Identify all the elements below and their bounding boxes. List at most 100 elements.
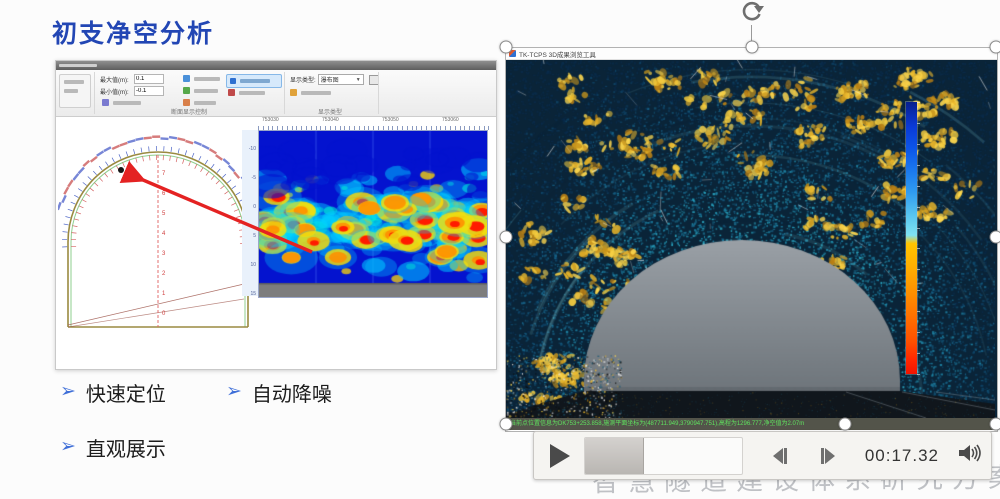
display-type-value: 瀑布图 [321,75,339,84]
bullet-visual-display: ➢ 直观展示 [60,433,166,462]
arrow-bullet-icon: ➢ [226,380,242,403]
svg-text:2: 2 [162,271,166,277]
clearance-tick-label: 0 [253,204,256,210]
selection-handle-top-right[interactable] [990,41,1000,54]
svg-text:0: 0 [162,311,166,317]
toolbar-button-1[interactable] [183,75,220,82]
selection-handle-top-center[interactable] [746,41,759,54]
colorbar-tick [917,123,920,124]
tunnel-cross-section-diagram: 76543210 [58,127,258,342]
selection-handle-top-left[interactable] [500,41,513,54]
alert-icon [228,89,235,96]
colorbar-tick [917,332,920,333]
bullet-label: 直观展示 [86,433,166,462]
clearance-tick-label: -10 [249,146,256,152]
svg-text:7: 7 [162,171,166,177]
display-type-dropdown[interactable]: 瀑布图 ▼ [318,74,364,85]
app-titlebar [56,61,496,70]
display-type-row: 显示类型: 瀑布图 ▼ [290,74,379,85]
colorbar-tick [917,248,920,249]
colorbar-tick [917,207,920,208]
play-button[interactable] [550,444,570,468]
max-value-input[interactable] [134,74,164,84]
colorbar-tick [917,165,920,166]
grid-icon [183,75,190,82]
selection-handle-mid-right[interactable] [990,231,1000,244]
chainage-tick-label: 753060 [442,117,459,123]
clearance-tick-label: 5 [253,233,256,239]
toolbar-button-3[interactable] [183,99,216,106]
min-value-label: 最小值(m): [100,87,129,96]
toolbar-button-5[interactable] [290,89,331,96]
volume-button[interactable] [957,442,981,469]
rotate-handle-icon[interactable] [738,0,766,26]
clearance-heatmap[interactable] [258,130,488,298]
colorbar-tick [917,290,920,291]
colorbar-tick [917,374,920,375]
clearance-tick-label: 15 [250,291,256,297]
step-back-button[interactable] [769,445,791,467]
svg-text:3: 3 [162,251,166,257]
bullet-label: 快速定位 [86,378,166,407]
toolbar-button-4[interactable] [228,89,265,96]
progress-fill [585,438,644,474]
refresh-icon [183,87,190,94]
selection-handle-bottom-left[interactable] [500,418,513,431]
colorbar-tick [917,228,920,229]
palette-icon [290,89,297,96]
media-control-bar: 00:17.32 [533,431,992,480]
group-caption-display-control: 断面显示控制 [99,107,279,116]
ribbon-left-button[interactable] [59,74,91,108]
heatmap-top-ruler: 753030753040753050753060 [242,117,494,130]
step-forward-button[interactable] [817,445,839,467]
colorbar-tick [917,102,920,103]
page-title: 初支净空分析 [52,14,214,50]
video-statusbar: 当前点位置信息为DK753+253.858,施测平面坐标为(487711.949… [506,418,997,430]
colorbar-tick [917,269,920,270]
clearance-tick-label: 10 [250,262,256,268]
bullet-label: 自动降噪 [252,378,332,407]
min-value-input[interactable] [134,86,164,96]
app-toolbar: 最大值(m): 最小值(m): 断面显示控制 [56,70,496,117]
chainage-tick-label: 753050 [382,117,399,123]
clearance-tick-label: -5 [252,175,256,181]
colorbar-legend [906,102,917,374]
display-type-label: 显示类型: [290,75,316,84]
bullet-quick-locate: ➢ 快速定位 [60,378,166,407]
chainage-tick-label: 753040 [322,117,339,123]
colorbar-tick [917,311,920,312]
svg-text:1: 1 [162,291,166,297]
pointcloud-scene-canvas[interactable] [506,60,995,418]
analysis-app-window: 最大值(m): 最小值(m): 断面显示控制 [55,60,497,370]
arrow-bullet-icon: ➢ [60,380,76,403]
colorbar-tick [917,186,920,187]
selection-handle-mid-left[interactable] [500,231,513,244]
svg-text:6: 6 [162,191,166,197]
ruler-tick [488,126,489,130]
video-player-window[interactable]: TK-TCPS 3D成果浏览工具 当前点位置信息为DK753+253.858,施… [505,47,998,432]
active-view-button[interactable] [226,74,282,88]
colorbar-tick [917,353,920,354]
svg-text:4: 4 [162,231,166,237]
progress-bar[interactable] [584,437,743,475]
step-back-icon [769,445,791,467]
speaker-icon [957,442,981,464]
time-display: 00:17.32 [865,446,939,466]
bullet-auto-denoise: ➢ 自动降噪 [226,378,332,407]
heatmap-left-ruler: -10 -5 0 5 10 15 [242,130,258,296]
app-canvas: 76543210 753030753040753050753060 -10-50… [56,117,496,368]
colorbar-tick [917,144,920,145]
section-settings-button[interactable] [102,99,141,106]
chevron-down-icon: ▼ [356,77,361,83]
svg-text:5: 5 [162,211,166,217]
selection-handle-bottom-right[interactable] [990,418,1000,431]
arrow-bullet-icon: ➢ [60,435,76,458]
measure-icon [183,99,190,106]
video-window-title: TK-TCPS 3D成果浏览工具 [519,49,596,59]
section-view-icon [230,78,236,84]
selection-handle-bottom-center[interactable] [839,418,852,431]
tunnel-pointcloud-view[interactable] [506,60,997,418]
toolbar-button-2[interactable] [183,87,218,94]
pencil-icon [102,99,109,106]
group-caption-display-type: 显示类型 [290,107,370,116]
